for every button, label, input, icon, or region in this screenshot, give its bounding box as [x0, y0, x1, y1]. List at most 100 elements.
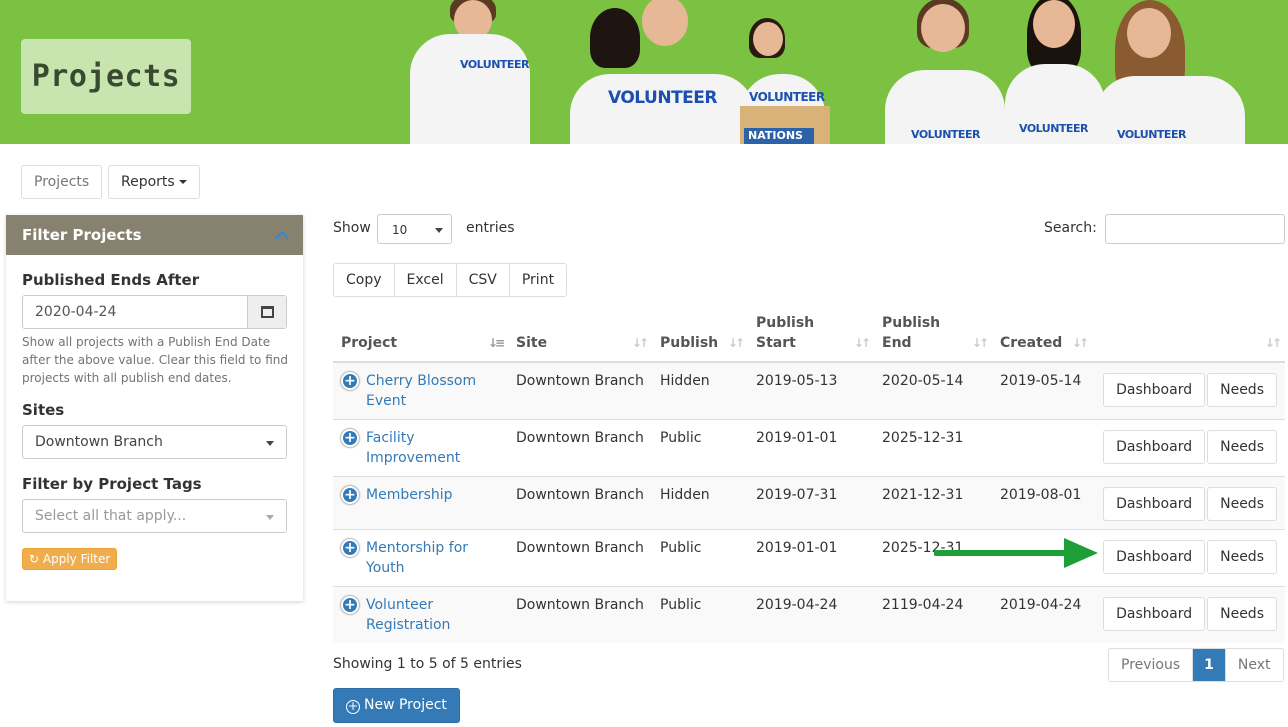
needs-button[interactable]: Needs — [1207, 487, 1277, 521]
site-cell: Downtown Branch — [508, 419, 652, 477]
calendar-button[interactable] — [247, 296, 286, 328]
needs-button[interactable]: Needs — [1207, 540, 1277, 574]
column-header-publish[interactable]: Publish ↓↑ — [652, 305, 748, 363]
dashboard-button[interactable]: Dashboard — [1103, 597, 1206, 631]
filter-panel: Filter Projects Published Ends After 202… — [6, 215, 303, 601]
publish-start-cell: 2019-01-01 — [748, 419, 874, 477]
nav-reports-label: Reports — [121, 174, 175, 190]
annotation-arrow-icon — [934, 538, 1098, 568]
dashboard-button[interactable]: Dashboard — [1103, 487, 1206, 521]
print-button[interactable]: Print — [510, 264, 566, 296]
nav-projects-button[interactable]: Projects — [21, 165, 103, 199]
caret-down-icon — [266, 515, 274, 520]
excel-button[interactable]: Excel — [395, 264, 457, 296]
actions-cell: Dashboard Needs — [1092, 476, 1285, 530]
actions-cell: Dashboard Needs — [1092, 419, 1285, 477]
publish-end-cell: 2020-05-14 — [874, 361, 992, 420]
expand-row-icon[interactable]: + — [341, 539, 359, 557]
apply-filter-button[interactable]: ↻ Apply Filter — [22, 548, 118, 570]
next-page-button[interactable]: Next — [1226, 649, 1283, 681]
refresh-icon: ↻ — [29, 552, 40, 566]
donation-box-label: NATIONS — [744, 128, 814, 144]
page-title: Projects — [31, 59, 181, 94]
column-header-site[interactable]: Site ↓↑ — [508, 305, 652, 363]
projects-table: Project ↓≡ Site ↓↑ Publish ↓↑ Publish Start… — [333, 305, 1285, 643]
volunteer-figure: VOLUNTEER — [1095, 0, 1245, 144]
needs-button[interactable]: Needs — [1207, 597, 1277, 631]
sites-select-value: Downtown Branch — [35, 434, 163, 450]
volunteer-figure: VOLUNTEER — [410, 0, 530, 144]
project-tags-placeholder: Select all that apply... — [35, 508, 187, 524]
nav-reports-dropdown[interactable]: Reports — [108, 165, 200, 199]
calendar-icon — [260, 306, 274, 318]
caret-down-icon — [266, 441, 274, 446]
dashboard-button[interactable]: Dashboard — [1103, 430, 1206, 464]
caret-down-icon — [178, 180, 187, 184]
published-ends-field[interactable]: 2020-04-24 — [22, 295, 287, 329]
created-cell — [992, 419, 1092, 477]
show-label: Show — [333, 220, 371, 236]
needs-button[interactable]: Needs — [1207, 430, 1277, 464]
previous-page-button[interactable]: Previous — [1109, 649, 1194, 681]
column-header-project[interactable]: Project ↓≡ — [333, 305, 508, 363]
table-row: + Facility Improvement Downtown Branch Publ… — [333, 419, 1285, 477]
table-row: + Mentorship for Youth Downtown Branch Publ… — [333, 529, 1285, 587]
entries-per-page-select[interactable]: 10 — [377, 214, 452, 244]
volunteer-figure: VOLUNTEER — [1005, 0, 1105, 144]
published-ends-input[interactable]: 2020-04-24 — [23, 296, 247, 328]
publish-end-cell: 2025-12-31 — [874, 419, 992, 477]
sort-icon: ↓↑ — [1071, 336, 1089, 350]
pagination: Previous 1 Next — [1108, 648, 1284, 682]
column-header-publish-start[interactable]: Publish Start ↓↑ — [748, 305, 874, 363]
csv-button[interactable]: CSV — [457, 264, 510, 296]
volunteer-figure: VOLUNTEER — [570, 0, 755, 144]
plus-circle-icon: + — [346, 699, 360, 714]
sort-icon: ↓↑ — [1264, 336, 1282, 350]
new-project-button[interactable]: + New Project — [333, 688, 460, 723]
sort-icon: ↓↑ — [727, 336, 745, 350]
project-link[interactable]: Mentorship for Youth — [366, 538, 500, 578]
column-header-created[interactable]: Created ↓↑ — [992, 305, 1092, 363]
project-link[interactable]: Membership — [366, 485, 453, 505]
dashboard-button[interactable]: Dashboard — [1103, 373, 1206, 407]
table-row: + Volunteer Registration Downtown Branch Pu… — [333, 586, 1285, 643]
project-tags-select[interactable]: Select all that apply... — [22, 499, 287, 533]
project-link[interactable]: Facility Improvement — [366, 428, 500, 468]
publish-start-cell: 2019-05-13 — [748, 361, 874, 420]
page-1-button[interactable]: 1 — [1193, 649, 1226, 681]
publish-cell: Hidden — [652, 476, 748, 530]
page-title-box: Projects — [21, 39, 191, 114]
project-link[interactable]: Cherry Blossom Event — [366, 371, 500, 411]
sort-icon: ↓↑ — [971, 336, 989, 350]
filter-panel-header[interactable]: Filter Projects — [6, 215, 303, 255]
site-cell: Downtown Branch — [508, 586, 652, 643]
needs-button[interactable]: Needs — [1207, 373, 1277, 407]
expand-row-icon[interactable]: + — [341, 486, 359, 504]
column-header-actions[interactable]: ↓↑ — [1092, 305, 1285, 363]
column-header-publish-end[interactable]: Publish End ↓↑ — [874, 305, 992, 363]
project-link[interactable]: Volunteer Registration — [366, 595, 500, 635]
expand-row-icon[interactable]: + — [341, 596, 359, 614]
volunteer-figure: VOLUNTEER — [885, 0, 1005, 144]
project-cell: + Cherry Blossom Event — [333, 361, 508, 420]
sites-select[interactable]: Downtown Branch — [22, 425, 287, 459]
site-cell: Downtown Branch — [508, 529, 652, 587]
actions-cell: Dashboard Needs — [1092, 586, 1285, 643]
dashboard-button[interactable]: Dashboard — [1103, 540, 1206, 574]
export-button-group: Copy Excel CSV Print — [333, 263, 568, 297]
publish-cell: Public — [652, 586, 748, 643]
publish-cell: Public — [652, 419, 748, 477]
entries-label: entries — [466, 220, 515, 236]
entries-per-page-value: 10 — [392, 223, 408, 237]
copy-button[interactable]: Copy — [334, 264, 395, 296]
table-row: + Cherry Blossom Event Downtown Branch Hidd… — [333, 361, 1285, 420]
search-input[interactable] — [1105, 214, 1285, 244]
apply-filter-label: Apply Filter — [42, 552, 111, 566]
table-info: Showing 1 to 5 of 5 entries — [333, 656, 522, 672]
expand-row-icon[interactable]: + — [341, 372, 359, 390]
expand-row-icon[interactable]: + — [341, 429, 359, 447]
chevron-up-icon[interactable] — [274, 230, 290, 246]
publish-cell: Hidden — [652, 361, 748, 420]
sort-icon: ↓↑ — [853, 336, 871, 350]
publish-start-cell: 2019-07-31 — [748, 476, 874, 530]
